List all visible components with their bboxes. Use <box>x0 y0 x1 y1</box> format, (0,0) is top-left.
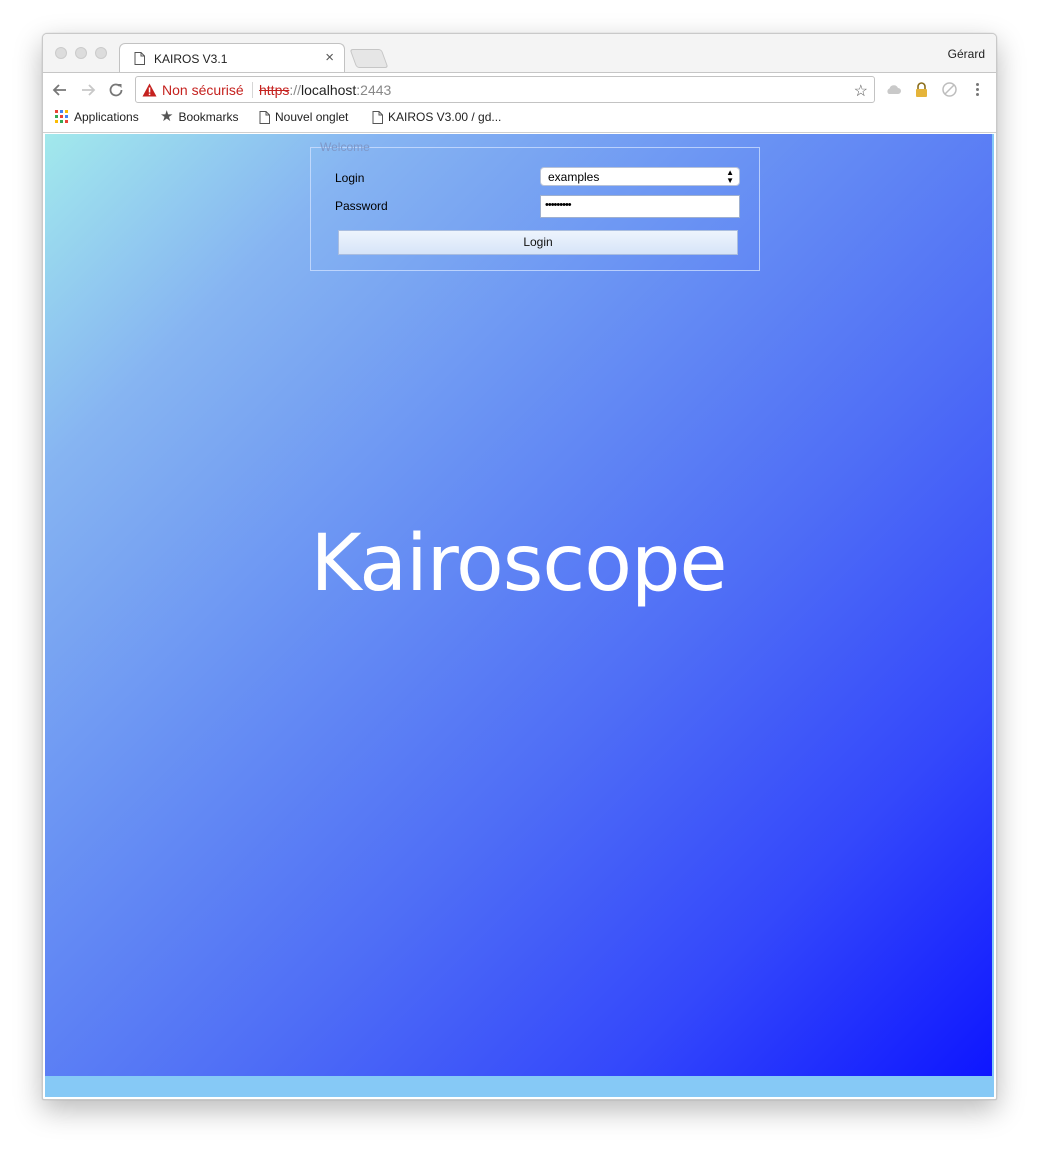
url-text[interactable]: https://localhost:2443 <box>259 82 391 98</box>
warning-triangle-icon <box>142 83 157 97</box>
url-port: :2443 <box>356 82 392 98</box>
page-viewport: Welcome Login examples ▲ ▼ Password •••••… <box>45 134 994 1097</box>
page-icon <box>372 110 383 124</box>
bookmarks-bar: Applications ★ Bookmarks Nouvel onglet K… <box>43 106 996 133</box>
login-fieldset: Welcome Login examples ▲ ▼ Password •••••… <box>310 140 760 271</box>
lock-extension-icon[interactable] <box>913 81 930 98</box>
page-icon <box>259 110 270 124</box>
minimize-window-button[interactable] <box>75 47 87 59</box>
bookmark-star-icon[interactable]: ☆ <box>854 81 868 101</box>
gradient-background: Welcome Login examples ▲ ▼ Password •••••… <box>45 134 992 1076</box>
bookmark-bookmarks[interactable]: ★ Bookmarks <box>160 108 239 125</box>
back-arrow-icon[interactable] <box>49 79 71 101</box>
tab-strip: KAIROS V3.1 × Gérard <box>43 34 996 72</box>
address-divider <box>252 82 253 98</box>
login-select[interactable]: examples ▲ ▼ <box>540 167 740 186</box>
apps-grid-icon <box>55 110 68 123</box>
bookmark-nouvel-onglet[interactable]: Nouvel onglet <box>259 110 348 124</box>
password-mask: ••••••••• <box>545 199 572 211</box>
profile-name[interactable]: Gérard <box>948 47 985 61</box>
security-label[interactable]: Non sécurisé <box>162 82 244 98</box>
forward-arrow-icon[interactable] <box>77 79 99 101</box>
bookmark-label: KAIROS V3.00 / gd... <box>388 110 502 124</box>
bookmark-kairos[interactable]: KAIROS V3.00 / gd... <box>372 110 501 124</box>
address-bar[interactable]: Non sécurisé https://localhost:2443 ☆ <box>135 76 875 103</box>
page-icon <box>134 52 145 65</box>
blocked-extension-icon[interactable] <box>941 81 958 98</box>
login-button[interactable]: Login <box>338 230 738 255</box>
cloud-extension-icon[interactable] <box>885 81 902 98</box>
bookmark-label: Applications <box>74 110 139 124</box>
bookmark-applications[interactable]: Applications <box>55 110 139 124</box>
url-host: localhost <box>301 82 357 98</box>
bookmark-label: Nouvel onglet <box>275 110 349 124</box>
brand-title: Kairoscope <box>310 519 727 609</box>
browser-toolbar: Non sécurisé https://localhost:2443 ☆ <box>43 72 996 107</box>
close-window-button[interactable] <box>55 47 67 59</box>
url-separator: :// <box>289 82 302 98</box>
url-scheme: https <box>259 82 290 98</box>
password-label: Password <box>335 199 388 213</box>
select-arrows-icon: ▲ ▼ <box>726 168 734 185</box>
welcome-legend: Welcome <box>320 140 370 154</box>
login-label: Login <box>335 171 365 185</box>
reload-icon[interactable] <box>105 79 127 101</box>
bookmark-label: Bookmarks <box>178 110 239 124</box>
password-input[interactable]: ••••••••• <box>540 195 740 218</box>
zoom-window-button[interactable] <box>95 47 107 59</box>
star-icon: ★ <box>160 108 174 125</box>
tab-close-icon[interactable]: × <box>325 49 334 66</box>
menu-kebab-icon[interactable] <box>969 81 986 98</box>
browser-window: KAIROS V3.1 × Gérard Non sécurisé https:… <box>42 33 997 1100</box>
browser-tab[interactable]: KAIROS V3.1 × <box>119 43 345 72</box>
login-select-value: examples <box>548 170 600 184</box>
new-tab-button[interactable] <box>349 49 389 68</box>
tab-title: KAIROS V3.1 <box>154 52 228 66</box>
